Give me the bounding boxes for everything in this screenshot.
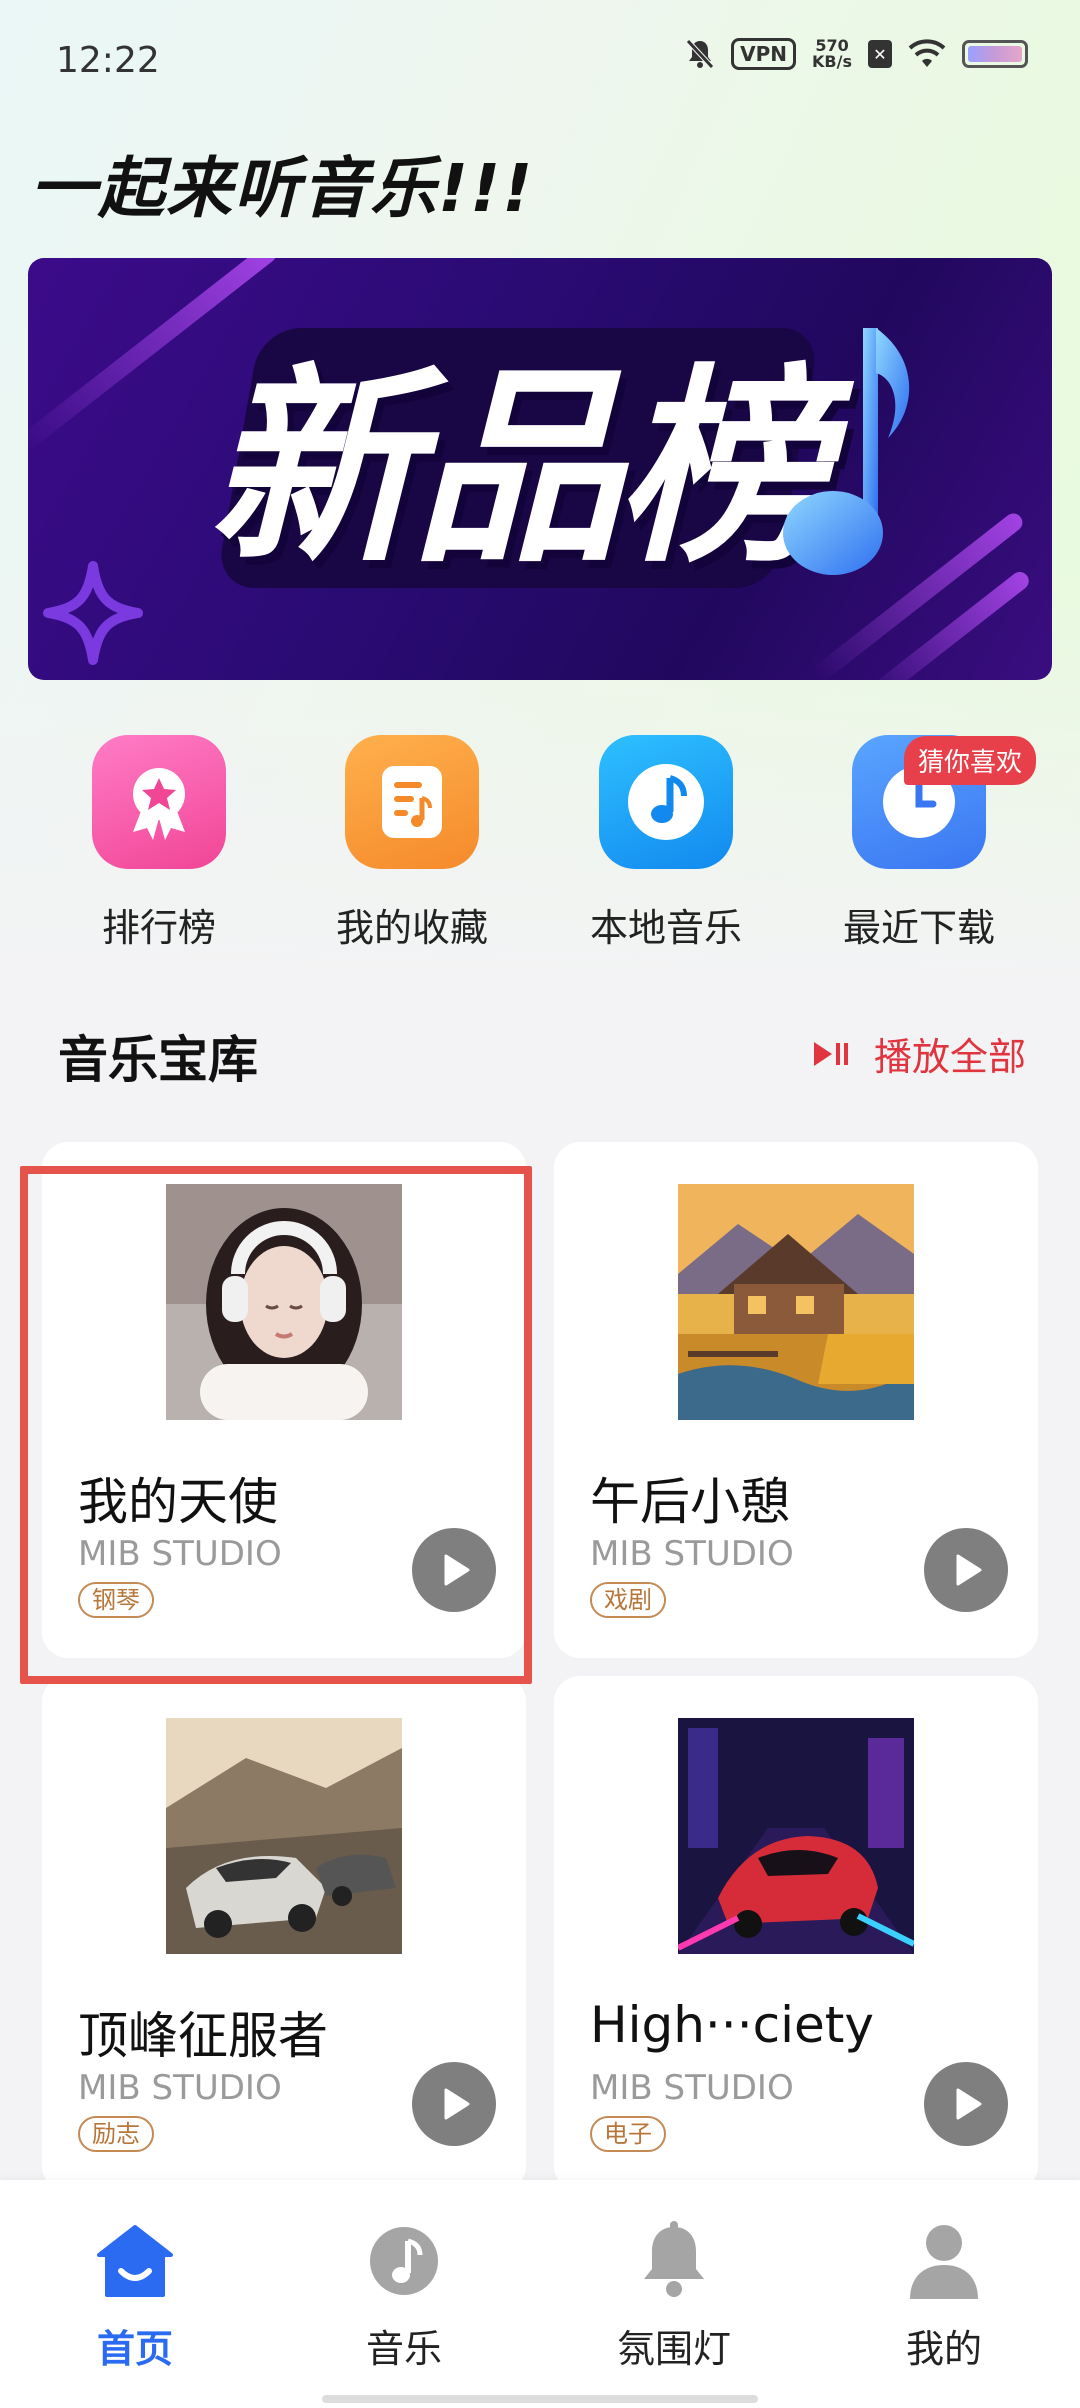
quick-action-label: 本地音乐 [589, 906, 742, 950]
speed-unit: KB/s [812, 52, 852, 71]
album-cover [166, 1718, 402, 1954]
play-icon [956, 2088, 982, 2120]
genre-tag: 电子 [590, 2116, 666, 2152]
song-card[interactable]: High···ciety MIB STUDIO 电子 [554, 1676, 1038, 2192]
section-title: 音乐宝库 [58, 1031, 258, 1089]
genre-tag: 励志 [78, 2116, 154, 2152]
promo-banner[interactable]: 新品榜 [28, 258, 1052, 680]
quick-action-local-music[interactable]: 本地音乐 [566, 735, 766, 952]
nav-profile[interactable]: 我的 [844, 2216, 1044, 2373]
play-button[interactable] [924, 1528, 1008, 1612]
quick-action-ranking[interactable]: 排行榜 [59, 735, 259, 952]
play-pause-icon [813, 1041, 848, 1066]
vpn-icon: VPN [731, 38, 797, 70]
play-button[interactable] [412, 2062, 496, 2146]
quick-action-label: 排行榜 [101, 906, 216, 950]
play-all-label: 播放全部 [873, 1035, 1026, 1079]
song-card[interactable]: 顶峰征服者 MIB STUDIO 励志 [42, 1676, 526, 2192]
nav-ambient-light[interactable]: 氛围灯 [574, 2216, 774, 2373]
home-indicator[interactable] [322, 2395, 758, 2403]
status-bar: 12:22 VPN 570 KB/s ✕ [0, 0, 1080, 120]
bell-muted-icon [685, 38, 715, 70]
play-icon [956, 1554, 982, 1586]
nav-home[interactable]: 首页 [35, 2216, 235, 2373]
wifi-icon [908, 39, 946, 69]
quick-action-label: 最近下载 [842, 906, 995, 950]
sim-x-icon: ✕ [868, 40, 892, 68]
home-icon [85, 2216, 185, 2306]
quick-action-favorites[interactable]: 我的收藏 [312, 735, 512, 952]
battery-icon [962, 40, 1028, 68]
album-cover [678, 1184, 914, 1420]
nav-label: 首页 [96, 2327, 173, 2371]
nav-label: 我的 [905, 2327, 982, 2371]
music-note-icon [783, 328, 910, 575]
song-title: High···ciety [590, 1996, 874, 2054]
play-icon [444, 2088, 470, 2120]
status-icons: VPN 570 KB/s ✕ [685, 38, 1028, 70]
song-title: 顶峰征服者 [78, 2007, 328, 2065]
quick-action-label: 我的收藏 [335, 906, 488, 950]
guess-you-like-badge: 猜你喜欢 [904, 736, 1037, 785]
status-time: 12:22 [56, 40, 160, 81]
song-artist: MIB STUDIO [78, 2068, 282, 2108]
selection-highlight [20, 1166, 532, 1684]
bell-icon [624, 2216, 724, 2306]
album-cover [678, 1718, 914, 1954]
bottom-navigation: 首页 音乐 氛围灯 我的 [0, 2180, 1080, 2408]
banner-title: 新品榜 [208, 346, 826, 591]
music-sheet-icon [345, 735, 479, 869]
song-artist: MIB STUDIO [590, 1534, 794, 1574]
ranking-ribbon-icon [92, 735, 226, 869]
network-speed: 570 KB/s [812, 38, 852, 70]
play-button[interactable] [924, 2062, 1008, 2146]
music-disc-icon [354, 2216, 454, 2306]
music-note-circle-icon [599, 735, 733, 869]
nav-label: 音乐 [365, 2327, 442, 2371]
sparkle-icon [43, 561, 143, 665]
page-headline: 一起来听音乐!!! [30, 150, 535, 227]
song-card[interactable]: 午后小憩 MIB STUDIO 戏剧 [554, 1142, 1038, 1658]
nav-label: 氛围灯 [616, 2327, 731, 2371]
play-all-button[interactable]: 播放全部 [812, 1026, 1026, 1081]
song-artist: MIB STUDIO [590, 2068, 794, 2108]
genre-tag: 戏剧 [590, 1582, 666, 1618]
song-title: 午后小憩 [590, 1473, 790, 1531]
nav-music[interactable]: 音乐 [304, 2216, 504, 2373]
user-icon [894, 2216, 994, 2306]
